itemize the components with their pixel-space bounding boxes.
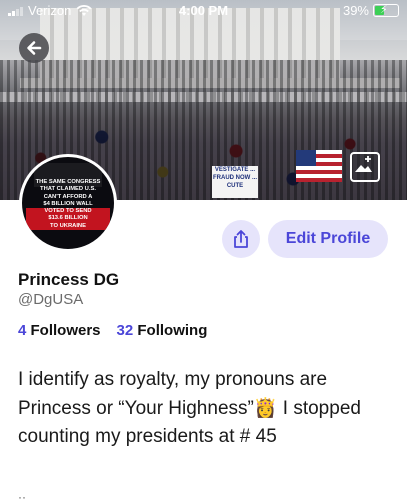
- avatar-line: $4 BILLION WALL: [43, 200, 93, 207]
- following-link[interactable]: 32 Following: [117, 322, 208, 339]
- arrow-left-icon: [27, 41, 42, 55]
- user-handle: @DgUSA: [18, 291, 84, 308]
- avatar-highlight-line: VOTED TO SEND: [26, 208, 110, 216]
- battery-info: 39% ⚡: [343, 3, 399, 18]
- avatar-line: CAN'T AFFORD A: [43, 193, 93, 200]
- avatar-line: THAT CLAIMED U.S.: [40, 186, 96, 193]
- avatar-highlight-line: TO UKRAINE: [26, 222, 110, 231]
- avatar-text: THE SAME CONGRESS THAT CLAIMED U.S. CAN'…: [26, 179, 110, 231]
- avatar[interactable]: THE SAME CONGRESS THAT CLAIMED U.S. CAN'…: [19, 154, 117, 252]
- charging-bolt-icon: ⚡: [380, 4, 388, 16]
- status-bar: Verizon 4:00 PM 39% ⚡: [0, 0, 407, 22]
- battery-icon: ⚡: [373, 4, 399, 17]
- share-button[interactable]: [222, 220, 260, 258]
- followers-label: Followers: [30, 322, 101, 339]
- banner-flag: [296, 150, 342, 182]
- following-label: Following: [137, 322, 208, 339]
- avatar-highlight-line: $13.6 BILLION: [26, 215, 110, 223]
- follow-stats: 4 Followers 32 Following: [18, 322, 207, 339]
- share-icon: [234, 230, 248, 248]
- followers-count: 4: [18, 322, 27, 339]
- image-plus-icon: [355, 156, 372, 172]
- back-button[interactable]: [19, 33, 49, 63]
- display-name: Princess DG: [18, 270, 120, 289]
- profile-bio: I identify as royalty, my pronouns are P…: [18, 369, 361, 447]
- battery-percent: 39%: [342, 3, 369, 18]
- edit-banner-button[interactable]: [350, 152, 380, 182]
- edit-profile-button[interactable]: Edit Profile: [268, 220, 388, 258]
- bio-overflow-dots: ··: [18, 490, 26, 504]
- following-count: 32: [116, 322, 134, 339]
- banner-sign: VESTIGATE ... FRAUD NOW ... CUTE: [212, 166, 258, 198]
- avatar-line: THE SAME CONGRESS: [35, 179, 101, 185]
- followers-link[interactable]: 4 Followers: [18, 322, 101, 339]
